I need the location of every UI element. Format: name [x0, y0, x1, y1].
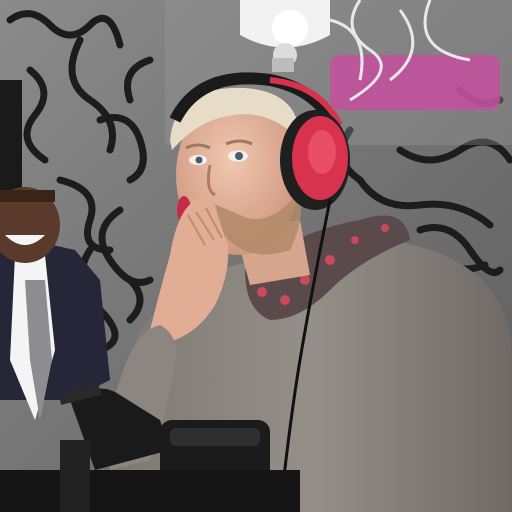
magenta-graffiti [330, 55, 500, 110]
webcam-photo [0, 0, 512, 512]
photo-scene [0, 0, 512, 512]
